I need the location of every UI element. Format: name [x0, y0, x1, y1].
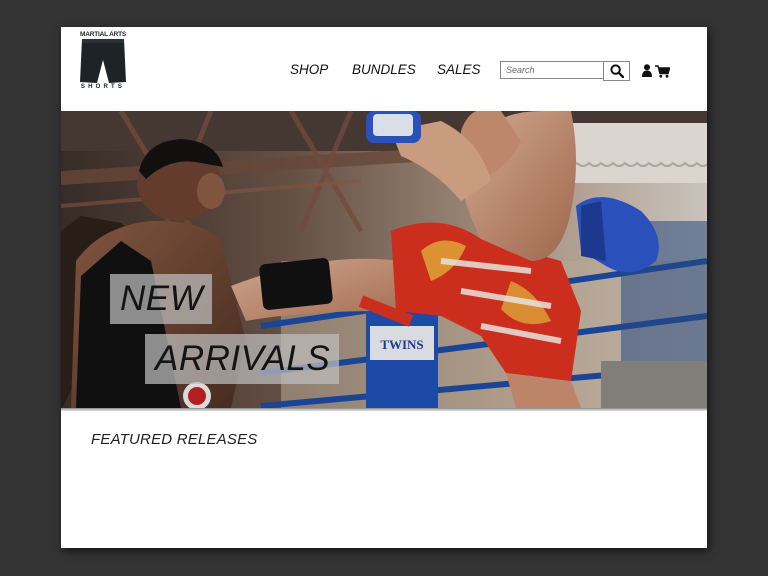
web-page: MARTIAL ARTS SHORTS SHOP BUNDLES SALES S… — [61, 27, 707, 548]
cart-icon[interactable] — [655, 65, 670, 78]
search-button[interactable] — [603, 61, 630, 81]
brand-logo[interactable]: MARTIAL ARTS SHORTS — [77, 31, 129, 93]
nav-item-bundles[interactable]: BUNDLES — [352, 62, 416, 77]
user-icon[interactable] — [642, 64, 652, 77]
shorts-logo-icon — [80, 39, 126, 83]
search-icon — [609, 64, 624, 78]
featured-releases-heading: FEATURED RELEASES — [91, 431, 258, 448]
logo-bottom-text: SHORTS — [80, 84, 126, 90]
hero-title-line-1: NEW — [110, 274, 213, 324]
logo-top-text: MARTIAL ARTS — [80, 31, 126, 38]
hero-title-line-2: ARRIVALS — [145, 334, 340, 384]
hero-banner[interactable]: TWINS NEW ARRIVALS — [61, 111, 707, 408]
nav-item-sales[interactable]: SALES — [437, 62, 481, 77]
nav-item-shop[interactable]: SHOP — [290, 62, 328, 77]
hero-divider — [61, 408, 707, 411]
search-input[interactable] — [500, 61, 603, 79]
